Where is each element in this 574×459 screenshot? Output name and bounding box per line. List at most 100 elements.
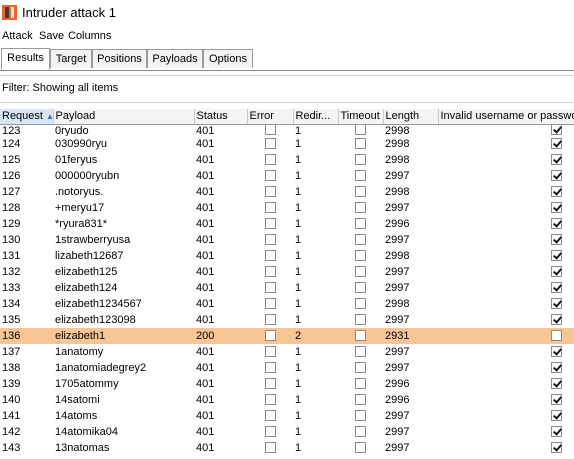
menu-columns[interactable]: Columns xyxy=(68,28,111,44)
cell-status-text: 401 xyxy=(196,202,215,214)
table-row[interactable]: 129 *ryura831* 401 1 2996 xyxy=(0,216,574,232)
checkbox-icon xyxy=(355,201,366,213)
cell-timeout xyxy=(338,216,383,232)
cell-status-text: 401 xyxy=(196,250,215,262)
table-row[interactable]: 135 elizabeth123098 401 1 2997 xyxy=(0,312,574,328)
cell-status-text: 401 xyxy=(196,218,215,230)
table-row[interactable]: 128 +meryu17 401 1 2997 xyxy=(0,200,574,216)
checkbox-icon xyxy=(264,425,276,437)
table-row[interactable]: 141 14atoms 401 1 2997 xyxy=(0,408,574,424)
checkbox-icon xyxy=(551,249,562,261)
table-row[interactable]: 126 000000ryubn 401 1 2997 xyxy=(0,168,574,184)
cell-length-text: 2998 xyxy=(385,125,410,137)
cell-invalid-credentials xyxy=(438,296,574,312)
cell-status: 401 xyxy=(194,280,247,296)
table-row[interactable]: 143 13natomas 401 1 2997 xyxy=(0,440,574,456)
cell-redirect-text: 1 xyxy=(295,170,302,182)
cell-length-text: 2997 xyxy=(385,426,410,438)
table-row[interactable]: 123 0ryudo 401 1 2998 xyxy=(0,124,574,137)
cell-request: 139 xyxy=(0,376,53,392)
cell-payload: elizabeth1 xyxy=(53,328,194,344)
cell-payload-text: elizabeth123098 xyxy=(55,314,136,326)
checkbox-icon xyxy=(264,201,276,213)
checkbox-icon xyxy=(264,361,276,373)
column-header-invalid-credentials[interactable]: Invalid username or password xyxy=(438,109,574,125)
cell-status: 401 xyxy=(194,312,247,328)
cell-error xyxy=(247,392,293,408)
tab-results[interactable]: Results xyxy=(1,48,50,70)
table-row[interactable]: 139 1705atommy 401 1 2996 xyxy=(0,376,574,392)
cell-payload: elizabeth124 xyxy=(53,280,194,296)
checkbox-icon xyxy=(355,185,366,197)
table-row[interactable]: 140 14satomi 401 1 2996 xyxy=(0,392,574,408)
cell-status: 401 xyxy=(194,424,247,440)
column-header-payload[interactable]: Payload xyxy=(53,109,195,125)
cell-length-text: 2996 xyxy=(385,378,410,390)
table-row[interactable]: 130 1strawberryusa 401 1 2997 xyxy=(0,232,574,248)
table-row[interactable]: 132 elizabeth125 401 1 2997 xyxy=(0,264,574,280)
table-row[interactable]: 136 elizabeth1 200 2 2931 xyxy=(0,328,574,344)
table-row[interactable]: 124 030990ryu 401 1 2998 xyxy=(0,136,574,152)
cell-length-text: 2998 xyxy=(385,250,410,262)
cell-length: 2997 xyxy=(383,408,438,424)
table-row[interactable]: 133 elizabeth124 401 1 2997 xyxy=(0,280,574,296)
cell-length: 2996 xyxy=(383,376,438,392)
cell-timeout xyxy=(338,312,383,328)
filter-text: Filter: Showing all items xyxy=(2,82,119,94)
cell-invalid-credentials xyxy=(438,136,574,152)
column-header-redirect[interactable]: Redir... xyxy=(293,109,339,125)
cell-invalid-credentials xyxy=(438,280,574,296)
column-header-error[interactable]: Error xyxy=(247,109,294,125)
column-header-timeout[interactable]: Timeout xyxy=(338,109,384,125)
column-header-status[interactable]: Status xyxy=(194,109,248,125)
cell-status-text: 401 xyxy=(196,154,215,166)
cell-timeout xyxy=(338,184,383,200)
tab-target[interactable]: Target xyxy=(50,49,92,68)
column-header-length[interactable]: Length xyxy=(383,109,439,125)
tab-options[interactable]: Options xyxy=(203,49,253,68)
cell-length: 2998 xyxy=(383,248,438,264)
cell-request-text: 127 xyxy=(2,186,21,198)
table-row[interactable]: 142 14atomika04 401 1 2997 xyxy=(0,424,574,440)
cell-timeout xyxy=(338,424,383,440)
table-row[interactable]: 127 .notoryus. 401 1 2998 xyxy=(0,184,574,200)
burp-intruder-icon xyxy=(2,5,17,20)
cell-status-text: 401 xyxy=(196,426,215,438)
cell-request: 129 xyxy=(0,216,53,232)
cell-status: 401 xyxy=(194,296,247,312)
cell-length-text: 2998 xyxy=(385,154,410,166)
cell-length: 2997 xyxy=(383,280,438,296)
tab-payloads[interactable]: Payloads xyxy=(147,49,203,68)
tab-positions[interactable]: Positions xyxy=(92,49,147,68)
cell-error xyxy=(247,424,293,440)
cell-length-text: 2997 xyxy=(385,410,410,422)
checkbox-icon xyxy=(551,345,562,357)
checkbox-icon xyxy=(264,233,276,245)
cell-status-text: 401 xyxy=(196,410,215,422)
menu-save[interactable]: Save xyxy=(39,28,64,44)
checkbox-icon xyxy=(551,124,562,135)
cell-redirect-text: 1 xyxy=(295,202,302,214)
table-row[interactable]: 134 elizabeth1234567 401 1 2998 xyxy=(0,296,574,312)
cell-payload-text: elizabeth124 xyxy=(55,282,118,294)
checkbox-icon xyxy=(551,441,562,453)
table-row[interactable]: 125 01feryus 401 1 2998 xyxy=(0,152,574,168)
cell-status-text: 401 xyxy=(196,170,215,182)
table-row[interactable]: 138 1anatomiadegrey2 401 1 2997 xyxy=(0,360,574,376)
cell-error xyxy=(247,328,293,344)
checkbox-icon xyxy=(551,137,562,149)
cell-timeout xyxy=(338,124,383,137)
checkbox-icon xyxy=(355,313,366,325)
column-header-request[interactable]: Request▲ xyxy=(0,109,54,125)
cell-length: 2997 xyxy=(383,232,438,248)
menu-attack[interactable]: Attack xyxy=(2,28,33,44)
filter-bar[interactable]: Filter: Showing all items xyxy=(0,75,574,103)
cell-status-text: 401 xyxy=(196,234,215,246)
cell-request: 135 xyxy=(0,312,53,328)
cell-request: 128 xyxy=(0,200,53,216)
cell-payload: *ryura831* xyxy=(53,216,194,232)
table-row[interactable]: 137 1anatomy 401 1 2997 xyxy=(0,344,574,360)
cell-redirect: 1 xyxy=(293,392,338,408)
checkbox-icon xyxy=(551,425,562,437)
table-row[interactable]: 131 lizabeth12687 401 1 2998 xyxy=(0,248,574,264)
